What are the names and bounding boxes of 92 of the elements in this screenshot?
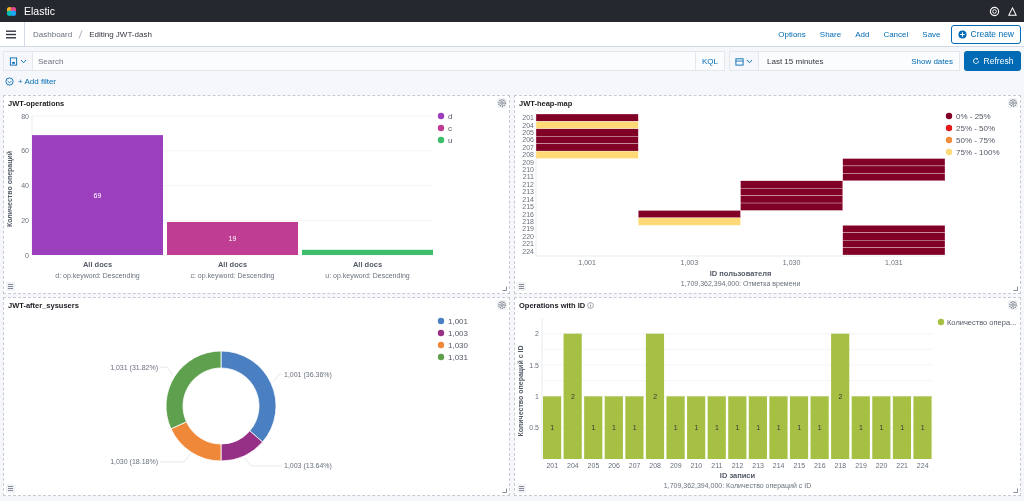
caret-icon bbox=[20, 58, 27, 64]
legend-toggle-icon[interactable] bbox=[6, 484, 15, 493]
legend-toggle-icon[interactable] bbox=[517, 282, 526, 291]
heatmap-cell[interactable] bbox=[535, 136, 639, 144]
leader-line bbox=[272, 374, 283, 383]
settings-icon[interactable] bbox=[1008, 300, 1018, 310]
show-dates-link[interactable]: Show dates bbox=[905, 56, 959, 66]
brand-name: Elastic bbox=[24, 5, 55, 17]
refresh-button[interactable]: Refresh bbox=[964, 51, 1021, 71]
heatmap-cell[interactable] bbox=[740, 202, 843, 211]
settings-icon[interactable] bbox=[1008, 98, 1018, 108]
legend-label[interactable]: u bbox=[448, 135, 453, 145]
donut-slice[interactable] bbox=[220, 350, 277, 443]
nav-link[interactable]: Options bbox=[774, 29, 810, 39]
heatmap-cell[interactable] bbox=[535, 113, 639, 122]
heatmap-cell[interactable] bbox=[638, 217, 741, 226]
leader-line bbox=[244, 457, 283, 467]
legend-label[interactable]: 1,030 bbox=[448, 340, 469, 350]
resize-handle-icon[interactable] bbox=[502, 286, 507, 291]
nav-link[interactable]: Cancel bbox=[879, 29, 913, 39]
heatmap-cell[interactable] bbox=[842, 225, 946, 233]
bar[interactable] bbox=[645, 333, 665, 459]
legend-label[interactable]: 0% - 25% bbox=[956, 111, 991, 121]
bar[interactable] bbox=[604, 396, 623, 459]
heatmap-cell[interactable] bbox=[535, 121, 639, 129]
heatmap-cell[interactable] bbox=[842, 247, 946, 256]
breadcrumb-separator-icon bbox=[78, 29, 84, 39]
bar[interactable] bbox=[584, 396, 603, 459]
settings-icon[interactable] bbox=[497, 300, 507, 310]
menu-icon[interactable] bbox=[6, 29, 16, 39]
nav-link[interactable]: Save bbox=[918, 29, 945, 39]
bar[interactable] bbox=[831, 333, 850, 459]
filter-options-icon[interactable] bbox=[5, 76, 14, 86]
bar[interactable] bbox=[563, 333, 582, 459]
plus-circle-icon bbox=[957, 29, 967, 39]
bar[interactable] bbox=[302, 249, 433, 255]
heatmap-cell[interactable] bbox=[842, 173, 946, 181]
heatmap-cell[interactable] bbox=[535, 150, 639, 159]
bar[interactable] bbox=[543, 396, 562, 459]
query-bar[interactable]: Search KQL bbox=[3, 51, 725, 71]
heatmap-cell[interactable] bbox=[535, 143, 639, 152]
legend-label[interactable]: 25% - 50% bbox=[956, 123, 996, 133]
bar[interactable] bbox=[892, 396, 911, 459]
nav-link[interactable]: Add bbox=[851, 29, 874, 39]
heatmap-cell[interactable] bbox=[842, 232, 946, 241]
refresh-icon bbox=[971, 57, 980, 65]
create-new-button[interactable]: Create new bbox=[950, 24, 1021, 44]
bar[interactable] bbox=[748, 396, 767, 459]
heatmap-cell[interactable] bbox=[842, 165, 946, 174]
donut-slice[interactable] bbox=[170, 421, 222, 462]
legend-label[interactable]: 50% - 75% bbox=[956, 135, 996, 145]
heatmap-cell[interactable] bbox=[638, 210, 741, 219]
legend-label[interactable]: d bbox=[448, 111, 453, 121]
heatmap-cell[interactable] bbox=[842, 158, 946, 167]
leader-line bbox=[159, 453, 191, 463]
legend-label[interactable]: 1,003 bbox=[448, 328, 469, 338]
legend-label[interactable]: c bbox=[448, 123, 452, 133]
legend-label[interactable]: 1,001 bbox=[448, 316, 469, 326]
bar[interactable] bbox=[707, 396, 726, 459]
legend-toggle-icon[interactable] bbox=[517, 484, 526, 493]
settings-icon[interactable] bbox=[497, 98, 507, 108]
legend-label[interactable]: 1,031 bbox=[448, 352, 469, 362]
saved-query-icon[interactable] bbox=[9, 56, 18, 66]
resize-handle-icon[interactable] bbox=[502, 488, 507, 493]
legend-toggle-icon[interactable] bbox=[6, 282, 15, 291]
info-icon[interactable] bbox=[587, 302, 595, 309]
heatmap-cell[interactable] bbox=[740, 188, 843, 196]
add-filter-link[interactable]: + Add filter bbox=[18, 76, 57, 86]
breadcrumb[interactable]: Dashboard bbox=[33, 29, 73, 39]
resize-handle-icon[interactable] bbox=[1013, 488, 1018, 493]
donut-slice[interactable] bbox=[220, 430, 263, 462]
date-picker[interactable]: Last 15 minutes Show dates bbox=[729, 51, 960, 71]
heatmap-cell[interactable] bbox=[842, 240, 946, 248]
breadcrumb[interactable]: Editing JWT-dash bbox=[89, 29, 152, 39]
bar[interactable] bbox=[728, 396, 747, 459]
heatmap-cell[interactable] bbox=[740, 180, 843, 189]
bar[interactable] bbox=[687, 396, 706, 459]
logo-icon[interactable] bbox=[6, 5, 17, 17]
caret-icon bbox=[746, 58, 753, 64]
nav-link[interactable]: Share bbox=[815, 29, 846, 39]
time-range[interactable]: Last 15 minutes bbox=[759, 56, 906, 66]
calendar-icon[interactable] bbox=[735, 56, 744, 66]
donut-slice[interactable] bbox=[165, 350, 222, 430]
heatmap-cell[interactable] bbox=[740, 195, 843, 204]
leader-line bbox=[159, 366, 174, 376]
heatmap-cell[interactable] bbox=[535, 128, 639, 137]
help-icon[interactable] bbox=[989, 5, 1000, 17]
bar[interactable] bbox=[789, 396, 809, 459]
bar[interactable] bbox=[851, 396, 870, 459]
resize-handle-icon[interactable] bbox=[1013, 286, 1018, 291]
legend-label[interactable]: 75% - 100% bbox=[956, 147, 1000, 157]
kql-button[interactable]: KQL bbox=[695, 52, 724, 70]
